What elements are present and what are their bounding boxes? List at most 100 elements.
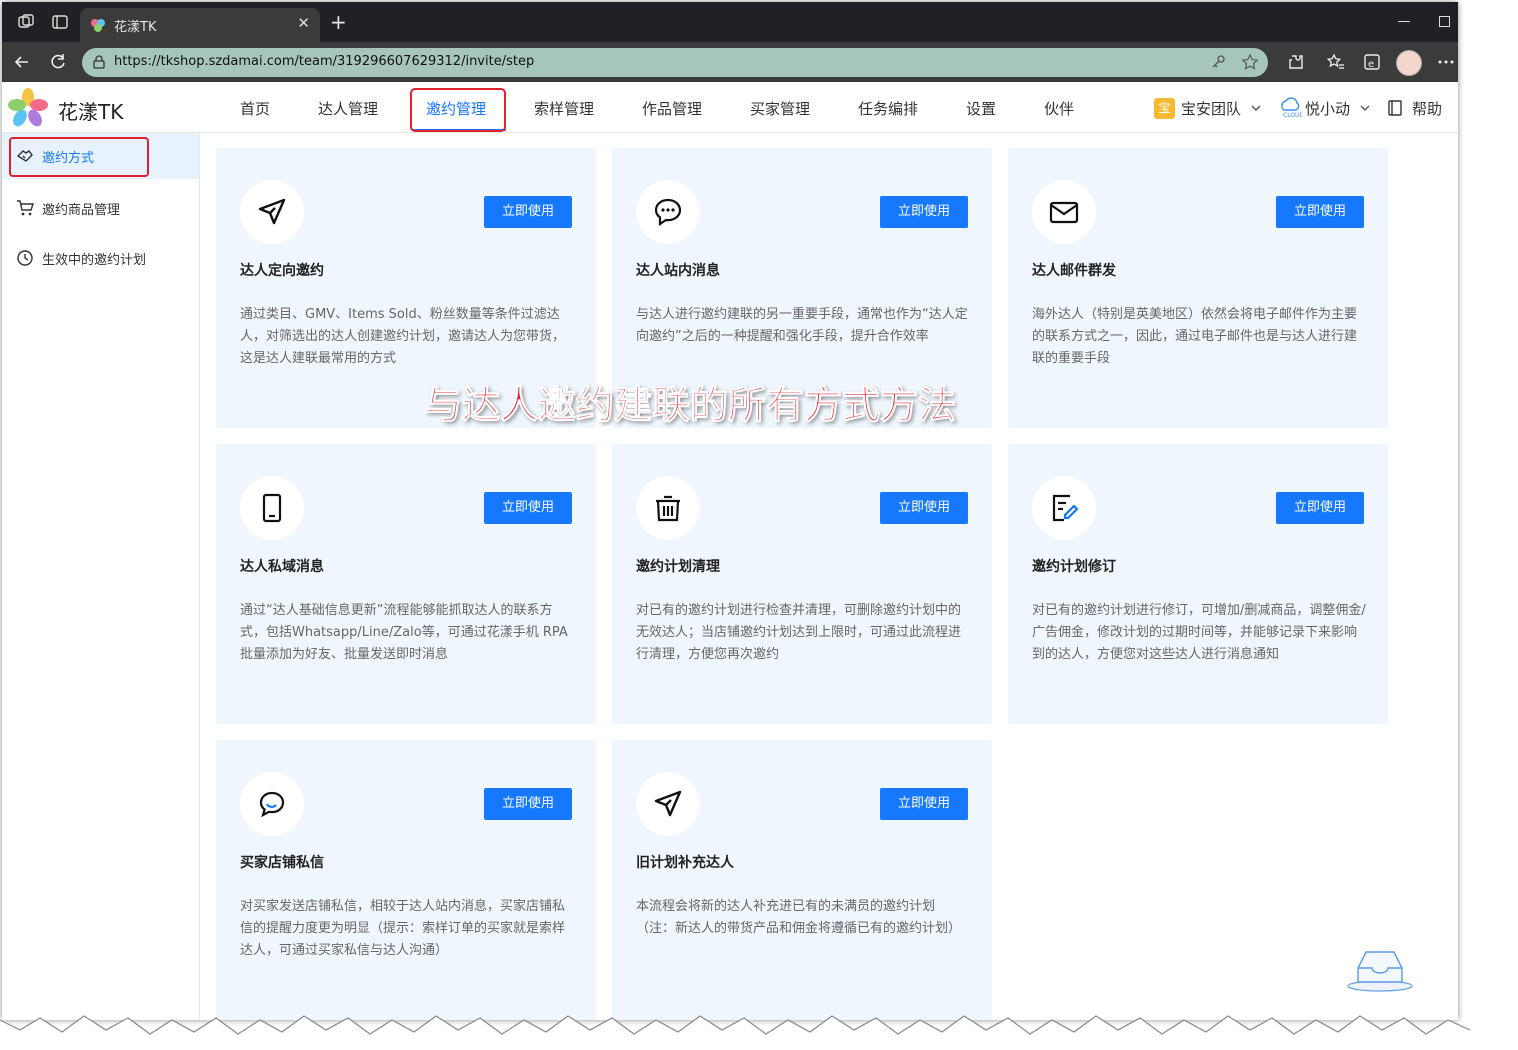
nav-home[interactable]: 首页 xyxy=(240,98,270,119)
card-plan-cleanup: 立即使用 邀约计划清理 对已有的邀约计划进行检查并清理，可删除邀约计划中的无效达… xyxy=(612,444,992,724)
card-icon-circle xyxy=(240,476,304,540)
sidebar-item-invite-products[interactable]: 邀约商品管理 xyxy=(2,185,199,231)
card-description: 本流程会将新的达人补充进已有的未满员的邀约计划（注：新达人的带货产品和佣金将遵循… xyxy=(636,899,962,936)
mobile-icon xyxy=(262,493,282,523)
nav-settings[interactable]: 设置 xyxy=(966,98,996,119)
nav-buyer-management[interactable]: 买家管理 xyxy=(750,98,810,119)
card-title: 达人邮件群发 xyxy=(1032,263,1116,279)
extensions-icon[interactable] xyxy=(1286,52,1306,72)
annotation-overlay-text: 与达人邀约建联的所有方式方法 xyxy=(423,383,957,428)
send-icon xyxy=(654,790,682,817)
card-icon-circle xyxy=(1032,476,1096,540)
card-description: 与达人进行邀约建联的另一重要手段，通常也作为“达人定向邀约”之后的一种提醒和强化… xyxy=(636,307,968,344)
ie-mode-icon[interactable]: e xyxy=(1362,52,1382,72)
use-now-button[interactable]: 立即使用 xyxy=(880,788,968,820)
minimize-button[interactable] xyxy=(1398,21,1410,22)
send-icon xyxy=(258,198,286,225)
close-tab-icon[interactable]: ✕ xyxy=(297,14,310,32)
chevron-down-icon[interactable] xyxy=(1359,102,1371,114)
edit-doc-icon xyxy=(1052,494,1079,522)
card-description: 对已有的邀约计划进行检查并清理，可删除邀约计划中的无效达人；当店铺邀约计划达到上… xyxy=(636,603,962,662)
card-title: 邀约计划修订 xyxy=(1032,559,1116,575)
card-description: 通过“达人基础信息更新”流程能够能抓取达人的联系方式，包括Whatsapp/Li… xyxy=(240,603,568,662)
card-icon-circle xyxy=(636,476,700,540)
use-now-button[interactable]: 立即使用 xyxy=(1276,196,1364,228)
card-plan-revision: 立即使用 邀约计划修订 对已有的邀约计划进行修订，可增加/删减商品，调整佣金/广… xyxy=(1008,444,1388,724)
app-header: 花漾TK 首页 达人管理 邀约管理 索样管理 作品管理 买家管理 任务编排 设置… xyxy=(2,82,1458,133)
chat-bubble-icon xyxy=(654,198,682,227)
url-bar[interactable]: https://tkshop.szdamai.com/team/31929660… xyxy=(82,48,1268,77)
card-description: 对买家发送店铺私信，相较于达人站内消息，买家店铺私信的提醒力度更为明显（提示：索… xyxy=(240,899,566,958)
chevron-down-icon[interactable] xyxy=(1250,102,1262,114)
card-title: 达人站内消息 xyxy=(636,263,720,279)
card-icon-circle xyxy=(240,772,304,836)
refresh-icon[interactable] xyxy=(48,52,68,72)
nav-partners[interactable]: 伙伴 xyxy=(1044,98,1074,119)
user-menu[interactable]: 悦小动 xyxy=(1305,98,1350,119)
maximize-button[interactable] xyxy=(1439,16,1450,27)
workspaces-icon[interactable] xyxy=(16,12,36,32)
card-title: 买家店铺私信 xyxy=(240,855,324,871)
card-email-broadcast: 立即使用 达人邮件群发 海外达人（特别是英美地区）依然会将电子邮件作为主要的联系… xyxy=(1008,148,1388,428)
nav-sample-management[interactable]: 索样管理 xyxy=(534,98,594,119)
card-description: 海外达人（特别是英美地区）依然会将电子邮件作为主要的联系方式之一，因此，通过电子… xyxy=(1032,307,1358,366)
sidebar-item-label: 生效中的邀约计划 xyxy=(42,253,147,268)
svg-text:CLOUD: CLOUD xyxy=(1283,112,1302,118)
team-badge: 宝 xyxy=(1154,98,1175,119)
tab-actions-icon[interactable] xyxy=(50,12,70,32)
use-now-button[interactable]: 立即使用 xyxy=(1276,492,1364,524)
sidebar-item-label: 邀约商品管理 xyxy=(42,203,121,218)
address-toolbar: https://tkshop.szdamai.com/team/31929660… xyxy=(2,42,1458,82)
url-text: https://tkshop.szdamai.com/team/31929660… xyxy=(114,54,535,69)
profile-avatar[interactable] xyxy=(1396,50,1422,76)
key-icon[interactable] xyxy=(1210,54,1226,70)
app-logo-icon[interactable] xyxy=(8,88,48,128)
nav-task-orchestration[interactable]: 任务编排 xyxy=(858,98,918,119)
team-selector[interactable]: 宝安团队 xyxy=(1181,98,1241,119)
card-icon-circle xyxy=(636,772,700,836)
app-name: 花漾TK xyxy=(58,100,124,124)
empty-inbox-icon xyxy=(1347,951,1413,992)
sidebar-item-active-plans[interactable]: 生效中的邀约计划 xyxy=(2,235,199,281)
favorite-star-icon[interactable] xyxy=(1242,54,1258,70)
mail-icon xyxy=(1049,201,1079,224)
nav-works-management[interactable]: 作品管理 xyxy=(642,98,702,119)
card-title: 邀约计划清理 xyxy=(636,559,720,575)
use-now-button[interactable]: 立即使用 xyxy=(880,196,968,228)
help-book-icon[interactable] xyxy=(1386,99,1404,117)
tab-title: 花漾TK xyxy=(114,20,157,35)
user-brand-icon: CLOUD xyxy=(1281,97,1302,118)
card-supplement-influencers: 立即使用 旧计划补充达人 本流程会将新的达人补充进已有的未满员的邀约计划（注：新… xyxy=(612,740,992,1020)
card-icon-circle xyxy=(1032,180,1096,244)
use-now-button[interactable]: 立即使用 xyxy=(484,196,572,228)
message-icon xyxy=(259,791,285,818)
card-buyer-store-message: 立即使用 买家店铺私信 对买家发送店铺私信，相较于达人站内消息，买家店铺私信的提… xyxy=(216,740,596,1020)
sidebar-item-invite-methods[interactable]: 邀约方式 xyxy=(2,133,199,179)
sidebar-highlight-box xyxy=(9,137,149,177)
cart-icon xyxy=(17,200,34,216)
svg-text:e: e xyxy=(1368,59,1374,70)
tab-bar: 花漾TK ✕ + xyxy=(2,2,1458,42)
new-tab-button[interactable]: + xyxy=(330,10,347,34)
use-now-button[interactable]: 立即使用 xyxy=(880,492,968,524)
browser-window: 花漾TK ✕ + https://tkshop.szdamai.com/team… xyxy=(2,2,1458,1020)
lock-icon xyxy=(93,55,105,69)
help-link[interactable]: 帮助 xyxy=(1412,98,1442,119)
card-title: 达人定向邀约 xyxy=(240,263,324,279)
nav-highlight-box xyxy=(410,88,506,132)
favorites-icon[interactable] xyxy=(1326,52,1346,72)
use-now-button[interactable]: 立即使用 xyxy=(484,788,572,820)
use-now-button[interactable]: 立即使用 xyxy=(484,492,572,524)
card-description: 通过类目、GMV、Items Sold、粉丝数量等条件过滤达人，对筛选出的达人创… xyxy=(240,307,566,366)
nav-influencer-management[interactable]: 达人管理 xyxy=(318,98,378,119)
trash-icon xyxy=(656,495,680,522)
favicon-icon xyxy=(91,19,105,32)
card-title: 旧计划补充达人 xyxy=(636,855,734,871)
more-menu-icon[interactable] xyxy=(1436,52,1456,72)
card-icon-circle xyxy=(240,180,304,244)
sidebar: 邀约方式 邀约商品管理 生效中的邀约计划 xyxy=(2,133,200,1020)
clock-icon xyxy=(17,250,33,266)
back-icon[interactable] xyxy=(12,52,32,72)
card-icon-circle xyxy=(636,180,700,244)
browser-tab[interactable]: 花漾TK ✕ xyxy=(80,8,320,42)
